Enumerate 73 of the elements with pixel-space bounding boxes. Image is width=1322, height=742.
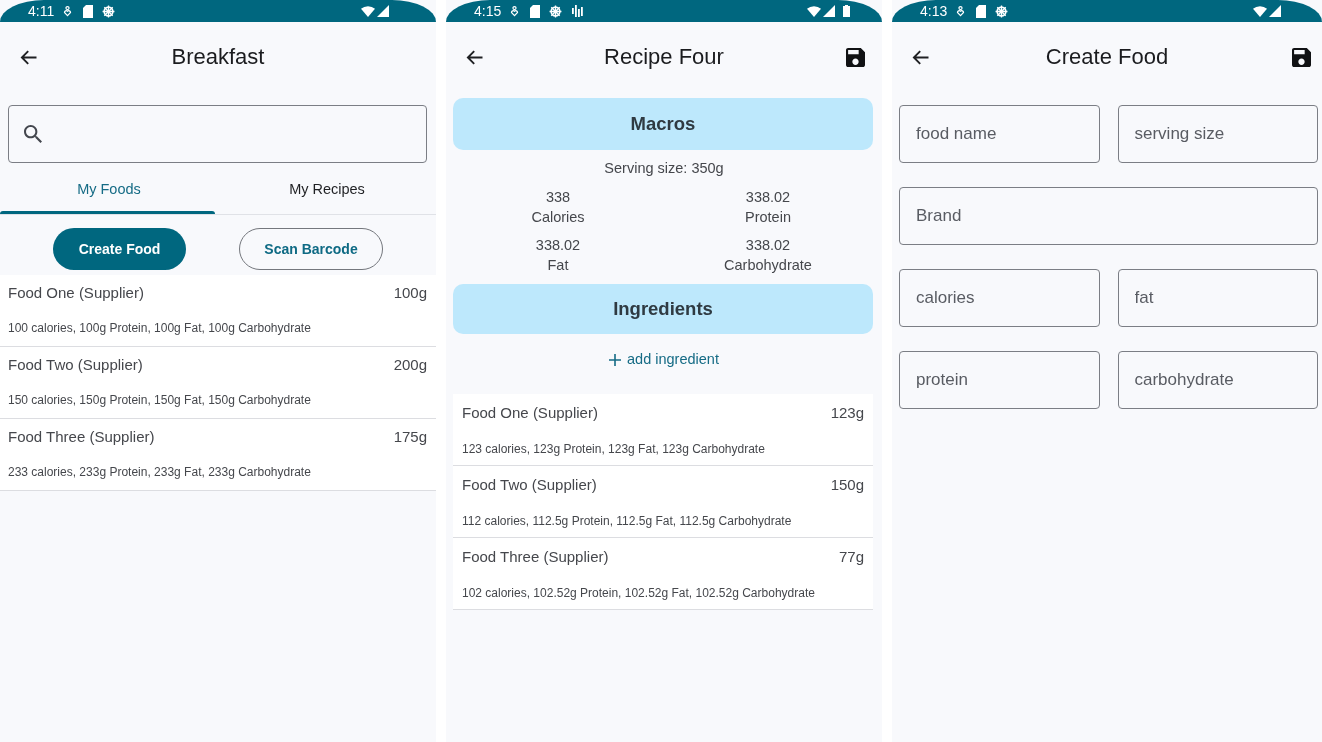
- food-list-item[interactable]: Food One (Supplier) 123g 123 calories, 123g Protein, 123g Fat, 123g Carbohydrate: [453, 394, 873, 466]
- macro-value: 338.02: [745, 188, 791, 207]
- food-macros: 123 calories, 123g Protein, 123g Fat, 123g Carbohydrate: [462, 441, 766, 457]
- tab[interactable]: My Foods: [0, 166, 218, 214]
- macro-label: Fat: [547, 256, 569, 275]
- food-name: Food Three (Supplier): [462, 547, 609, 567]
- signal-icon: [1269, 5, 1281, 17]
- pin-icon: [956, 5, 966, 17]
- text-field[interactable]: food name: [899, 105, 1100, 163]
- food-list-item[interactable]: Food Two (Supplier) 200g 150 calories, 150g Protein, 150g Fat, 150g Carbohydrate: [0, 347, 436, 419]
- macro-label: Carbohydrate: [724, 256, 812, 275]
- button[interactable]: Create Food: [53, 228, 186, 270]
- signal-icon: [823, 5, 835, 17]
- food-list-item[interactable]: Food Two (Supplier) 150g 112 calories, 112.5g Protein, 112.5g Fat, 112.5g Carbohydrate: [453, 466, 873, 538]
- food-name: Food One (Supplier): [8, 283, 144, 303]
- wifi-icon: [807, 5, 821, 17]
- text-field[interactable]: carbohydrate: [1117, 351, 1318, 409]
- food-list-item[interactable]: Food Three (Supplier) 77g 102 calories, 102.52g Protein, 102.52g Fat, 102.52g Carbohydrate: [453, 538, 873, 610]
- macro-label: Protein: [745, 208, 791, 227]
- sd-card-icon: [976, 4, 987, 18]
- food-amount: 175g: [393, 427, 427, 447]
- food-macros: 233 calories, 233g Protein, 233g Fat, 233g Carbohydrate: [8, 464, 312, 480]
- wheel-icon: [102, 4, 116, 18]
- food-name: Food One (Supplier): [462, 403, 598, 423]
- food-name: Food Two (Supplier): [462, 475, 597, 495]
- section-header: Macros: [453, 98, 873, 150]
- macro-label: Calories: [531, 208, 585, 227]
- food-amount: 123g: [830, 403, 864, 423]
- screen-title: Create Food: [1044, 43, 1170, 71]
- text-field[interactable]: fat: [1117, 269, 1318, 327]
- wifi-icon: [1253, 5, 1267, 17]
- pin-icon: [510, 5, 520, 17]
- sd-card-icon: [83, 4, 94, 18]
- food-list-item[interactable]: Food Three (Supplier) 175g 233 calories, 233g Protein, 233g Fat, 233g Carbohydrate: [0, 419, 436, 491]
- signal-icon: [377, 5, 389, 17]
- food-amount: 150g: [830, 475, 864, 495]
- wheel-icon: [995, 4, 1009, 18]
- status-time: 4:13: [920, 3, 948, 19]
- status-time: 4:15: [474, 3, 502, 19]
- food-list-item[interactable]: Food One (Supplier) 100g 100 calories, 100g Protein, 100g Fat, 100g Carbohydrate: [0, 275, 436, 347]
- serving-size-text: Serving size: 350g: [603, 159, 725, 178]
- add-ingredient-button[interactable]: add ingredient: [605, 344, 723, 376]
- arrow-left-icon[interactable]: [912, 49, 929, 65]
- food-macros: 150 calories, 150g Protein, 150g Fat, 150g Carbohydrate: [8, 392, 312, 408]
- pin-icon: [63, 5, 73, 17]
- food-name: Food Two (Supplier): [8, 355, 143, 375]
- text-field[interactable]: Brand: [899, 187, 1318, 245]
- food-macros: 112 calories, 112.5g Protein, 112.5g Fat, 112.5g Carbohydrate: [462, 513, 793, 529]
- food-amount: 100g: [393, 283, 427, 303]
- arrow-left-icon[interactable]: [466, 49, 483, 65]
- search-icon: [24, 125, 42, 143]
- macro-value: 338.02: [745, 236, 791, 255]
- screen-title: Recipe Four: [603, 43, 725, 71]
- food-name: Food Three (Supplier): [8, 427, 155, 447]
- text-field[interactable]: serving size: [1117, 105, 1318, 163]
- status-time: 4:11: [28, 3, 55, 19]
- macro-value: 338.02: [535, 236, 581, 255]
- wheel-icon: [549, 4, 563, 18]
- search-field[interactable]: [8, 105, 427, 163]
- macro-value: 338: [545, 188, 571, 207]
- food-amount: 77g: [838, 547, 864, 567]
- plus-icon: [609, 354, 622, 366]
- text-field[interactable]: calories: [899, 269, 1100, 327]
- arrow-left-icon[interactable]: [20, 49, 37, 65]
- food-macros: 102 calories, 102.52g Protein, 102.52g Fat, 102.52g Carbohydrate: [462, 585, 816, 601]
- section-header: Ingredients: [453, 284, 873, 334]
- tab[interactable]: My Recipes: [218, 166, 436, 214]
- screen-title: Breakfast: [170, 43, 266, 71]
- food-amount: 200g: [393, 355, 427, 375]
- sd-card-icon: [530, 4, 541, 18]
- food-macros: 100 calories, 100g Protein, 100g Fat, 100g Carbohydrate: [8, 320, 312, 336]
- text-field[interactable]: protein: [899, 351, 1100, 409]
- wifi-icon: [361, 5, 375, 17]
